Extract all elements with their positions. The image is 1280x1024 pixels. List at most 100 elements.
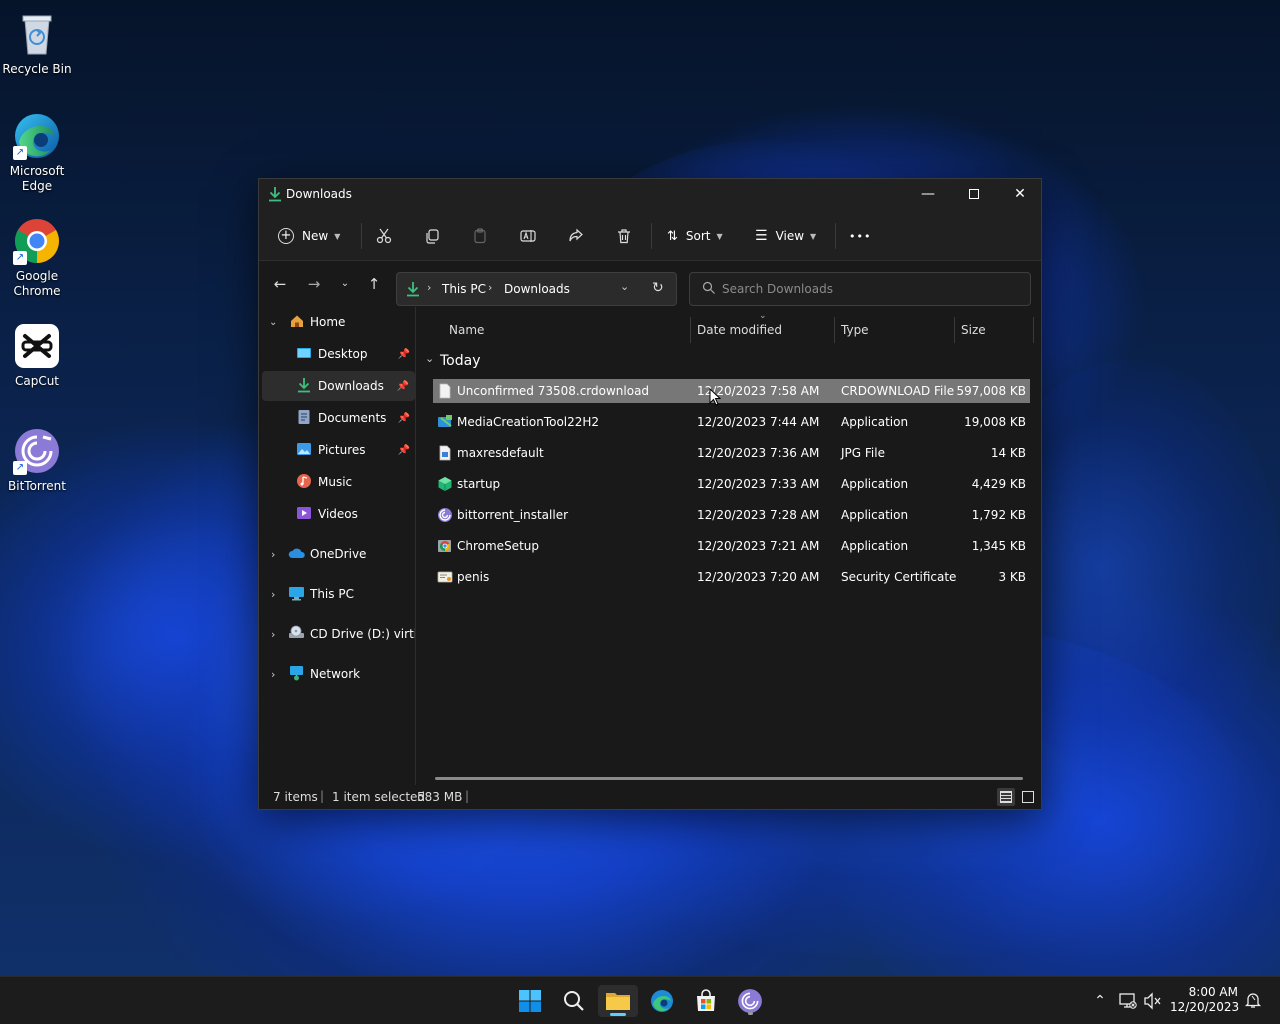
file-size: 597,008 KB [956,384,1026,398]
breadcrumb-downloads[interactable]: Downloads [504,282,570,296]
sort-button[interactable]: ⇅ Sort ▼ [667,223,731,249]
see-more-button[interactable]: ••• [849,223,871,249]
edge-icon: ↗ [13,112,61,160]
selection-size: 583 MB [417,790,463,804]
column-divider[interactable] [690,317,691,343]
address-dropdown-button[interactable]: ⌄ [620,280,629,293]
close-icon: ✕ [1014,186,1026,202]
nav-item-cd-drive[interactable]: › CD Drive (D:) virtio-w [259,619,415,649]
clock[interactable]: 8:00 AM 12/20/2023 [1170,985,1239,1017]
file-row[interactable]: maxresdefault 12/20/2023 7:36 AM JPG Fil… [433,441,1030,465]
file-row[interactable]: Unconfirmed 73508.crdownload 12/20/2023 … [433,379,1030,403]
arrow-left-icon: ← [273,275,287,293]
nav-item-videos[interactable]: Videos [259,499,415,529]
copy-button[interactable] [424,223,444,249]
delete-button[interactable] [616,223,636,249]
rename-button[interactable] [520,223,540,249]
downloads-folder-icon [297,377,311,396]
certificate-icon [437,569,453,585]
desktop-icon-bittorrent[interactable]: ↗ BitTorrent [0,427,74,494]
shortcut-arrow-icon: ↗ [13,251,27,265]
show-hidden-icons-button[interactable]: ⌃ [1090,991,1110,1011]
breadcrumb-this-pc[interactable]: This PC [442,282,486,296]
desktop-icon-capcut[interactable]: CapCut [0,322,74,389]
start-button[interactable] [510,985,550,1017]
sort-icon: ⇅ [667,228,678,244]
close-button[interactable]: ✕ [997,179,1043,209]
notifications-button[interactable] [1244,991,1264,1011]
chevron-down-icon: ▼ [716,231,723,241]
title-bar[interactable]: Downloads — ✕ [259,179,1041,209]
cd-drive-icon [288,625,305,644]
desktop-folder-icon [296,345,312,364]
search-input[interactable] [722,280,1022,298]
chevron-down-icon: ▼ [810,231,817,241]
file-row[interactable]: ChromeSetup 12/20/2023 7:21 AM Applicati… [433,534,1030,558]
tiles-view-button[interactable] [1019,788,1037,806]
file-row[interactable]: bittorrent_installer 12/20/2023 7:28 AM … [433,503,1030,527]
file-row[interactable]: penis 12/20/2023 7:20 AM Security Certif… [433,565,1030,589]
taskbar-microsoft-store[interactable] [686,985,726,1017]
chrome-setup-icon [437,538,453,554]
view-button[interactable]: ☰ View ▼ [755,223,821,249]
navigation-pane: ⌄ Home Desktop 📌 Downloads 📌 Documents 📌… [259,307,416,785]
minimize-button[interactable]: — [905,179,951,209]
search-icon [564,991,584,1011]
cut-button[interactable] [376,223,396,249]
up-button[interactable]: ↑ [362,273,386,295]
desktop-icon-chrome[interactable]: ↗ Google Chrome [0,217,74,299]
nav-label: Downloads [318,379,384,393]
nav-item-documents[interactable]: Documents 📌 [259,403,415,433]
maximize-button[interactable] [951,179,997,209]
new-button[interactable]: + New ▼ [278,223,344,249]
file-date: 12/20/2023 7:36 AM [697,446,820,460]
column-header-date-modified[interactable]: Date modified [697,323,782,337]
column-header-size[interactable]: Size [961,323,986,337]
recent-locations-button[interactable]: ⌄ [333,273,357,295]
details-view-button[interactable] [997,788,1015,806]
rename-icon [520,230,536,242]
taskbar-file-explorer[interactable] [598,985,638,1017]
network-status-button[interactable] [1118,991,1138,1011]
nav-item-pictures[interactable]: Pictures 📌 [259,435,415,465]
search-box[interactable] [689,272,1031,306]
file-explorer-icon [606,993,630,1010]
media-creation-tool-icon [437,414,453,430]
capcut-icon [13,322,61,370]
desktop-icon-recycle-bin[interactable]: Recycle Bin [0,10,74,77]
volume-button[interactable] [1143,991,1163,1011]
nav-label: This PC [310,587,354,601]
back-button[interactable]: ← [268,273,292,295]
nav-item-desktop[interactable]: Desktop 📌 [259,339,415,369]
nav-item-home[interactable]: ⌄ Home [259,307,415,337]
nav-label: OneDrive [310,547,367,561]
horizontal-scrollbar[interactable] [435,777,1023,780]
address-bar[interactable]: › This PC › Downloads ⌄ ↻ [396,272,677,306]
column-divider[interactable] [954,317,955,343]
column-divider[interactable] [1033,317,1034,343]
nav-item-music[interactable]: Music [259,467,415,497]
taskbar-bittorrent[interactable] [730,985,770,1017]
trash-icon [618,229,630,244]
file-row[interactable]: startup 12/20/2023 7:33 AM Application 4… [433,472,1030,496]
nav-item-downloads[interactable]: Downloads 📌 [262,371,415,401]
taskbar-edge[interactable] [642,985,682,1017]
downloads-folder-icon [268,186,282,205]
column-header-type[interactable]: Type [841,323,869,337]
column-header-name[interactable]: Name [449,323,484,337]
file-row[interactable]: MediaCreationTool22H2 12/20/2023 7:44 AM… [433,410,1030,434]
nav-item-this-pc[interactable]: › This PC [259,579,415,609]
nav-item-onedrive[interactable]: › OneDrive [259,539,415,569]
refresh-button[interactable]: ↻ [652,280,664,296]
file-date: 12/20/2023 7:28 AM [697,508,820,522]
nav-item-network[interactable]: › Network [259,659,415,689]
share-button[interactable] [568,223,588,249]
recycle-bin-icon [13,10,61,58]
column-divider[interactable] [834,317,835,343]
paste-button[interactable] [472,223,492,249]
forward-button[interactable]: → [302,273,326,295]
address-row: ← → ⌄ ↑ › This PC › Downloads ⌄ ↻ [259,261,1041,307]
desktop-icon-edge[interactable]: ↗ Microsoft Edge [0,112,74,194]
installer-package-icon [437,476,453,492]
taskbar-search-button[interactable] [554,985,594,1017]
